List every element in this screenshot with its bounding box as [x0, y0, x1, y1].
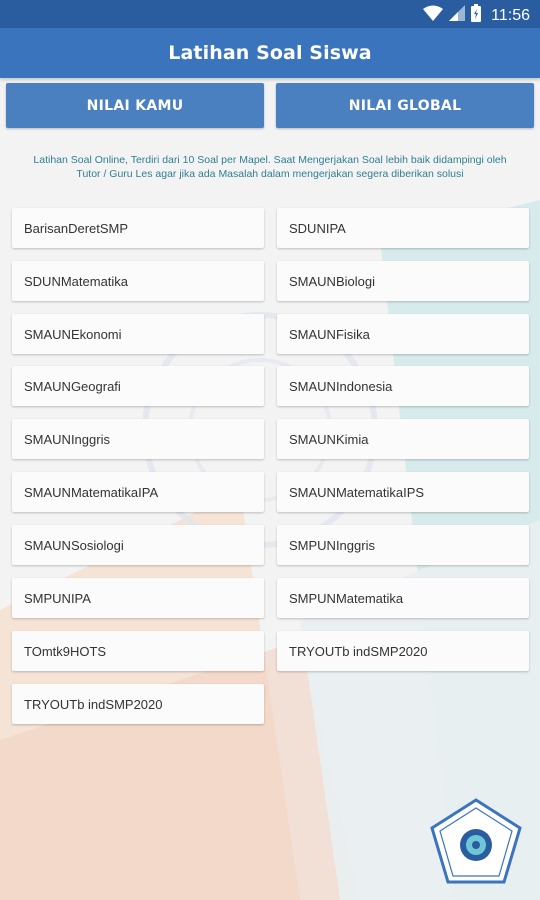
subject-label: SDUNMatematika [24, 273, 129, 289]
subject-item[interactable]: SMAUNKimia [277, 419, 529, 459]
subject-label: SMAUNIndonesia [289, 378, 393, 394]
subject-item[interactable]: SMAUNIndonesia [277, 366, 529, 406]
nilai-global-button[interactable]: NILAI GLOBAL [276, 83, 534, 128]
subject-item[interactable]: SMAUNMatematikaIPA [12, 472, 264, 512]
status-time: 11:56 [491, 6, 530, 24]
subject-item[interactable]: SDUNMatematika [12, 261, 264, 301]
nilai-kamu-button[interactable]: NILAI KAMU [6, 83, 264, 128]
subject-label: BarisanDeretSMP [24, 220, 129, 236]
subject-label: SMPUNMatematika [289, 590, 404, 606]
subject-item[interactable]: SMAUNSosiologi [12, 525, 264, 565]
subject-item[interactable]: SDUNIPA [277, 208, 529, 248]
subject-item[interactable]: SMPUNInggris [277, 525, 529, 565]
subject-item[interactable]: BarisanDeretSMP [12, 208, 264, 248]
houpen-logo [428, 798, 524, 888]
subject-label: SMAUNSosiologi [24, 537, 124, 553]
subject-item[interactable]: TRYOUTb indSMP2020 [277, 631, 529, 671]
subject-item[interactable]: TOmtk9HOTS [12, 631, 264, 671]
subject-label: TRYOUTb indSMP2020 [24, 696, 163, 712]
subject-item[interactable]: SMAUNEkonomi [12, 314, 264, 354]
subject-label: SMAUNKimia [289, 431, 369, 447]
page-title: Latihan Soal Siswa [168, 42, 372, 64]
subject-label: SMAUNInggris [24, 431, 110, 447]
battery-icon [471, 4, 482, 27]
subject-item[interactable]: SMAUNMatematikaIPS [277, 472, 529, 512]
subject-label: SMPUNInggris [289, 537, 375, 553]
subject-label: SMAUNEkonomi [24, 326, 122, 342]
subject-item[interactable]: SMPUNIPA [12, 578, 264, 618]
subject-item[interactable]: SMAUNInggris [12, 419, 264, 459]
subject-label: TOmtk9HOTS [24, 643, 107, 659]
subject-item[interactable]: SMAUNGeografi [12, 366, 264, 406]
subject-item[interactable]: SMPUNMatematika [277, 578, 529, 618]
subject-item[interactable]: SMAUNFisika [277, 314, 529, 354]
subject-label: SMAUNMatematikaIPS [289, 484, 425, 500]
subject-label: TRYOUTb indSMP2020 [289, 643, 428, 659]
status-bar: 11:56 [0, 0, 540, 28]
subject-label: SMPUNIPA [24, 590, 91, 606]
app-bar: Latihan Soal Siswa [0, 28, 540, 78]
signal-icon [449, 5, 466, 26]
subject-label: SMAUNFisika [289, 326, 370, 342]
subject-label: SMAUNBiologi [289, 273, 375, 289]
subject-item[interactable]: SMAUNBiologi [277, 261, 529, 301]
subject-item[interactable]: TRYOUTb indSMP2020 [12, 684, 264, 724]
wifi-icon [423, 5, 444, 26]
info-text: Latihan Soal Online, Terdiri dari 10 Soa… [33, 154, 507, 180]
subject-label: SMAUNGeografi [24, 378, 121, 394]
subject-label: SDUNIPA [289, 220, 346, 236]
subject-label: SMAUNMatematikaIPA [24, 484, 159, 500]
